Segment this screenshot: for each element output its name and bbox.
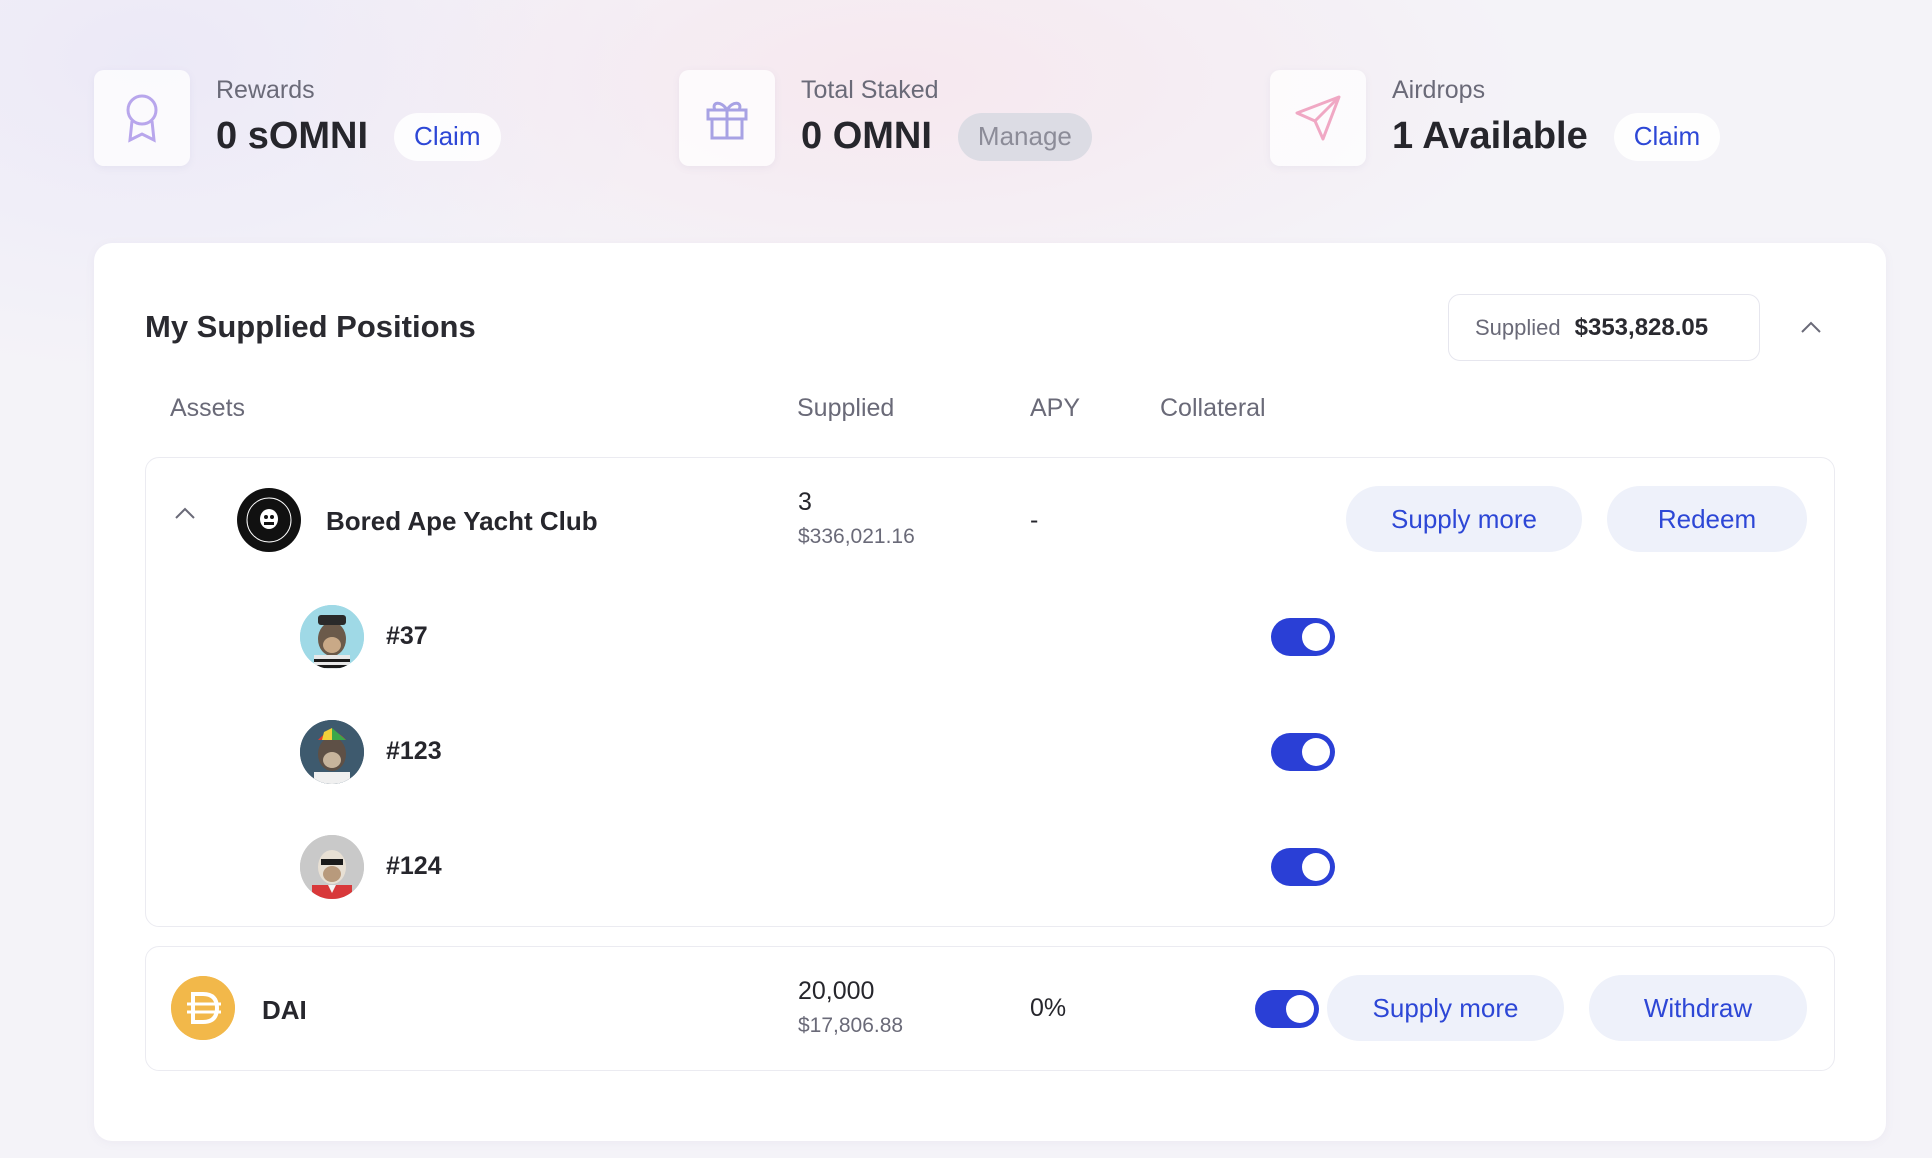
airdrops-value: 1 Available (1392, 115, 1588, 157)
bayc-position-row: Bored Ape Yacht Club 3 $336,021.16 - Sup… (146, 458, 1834, 584)
bayc-position-group: Bored Ape Yacht Club 3 $336,021.16 - Sup… (145, 457, 1835, 927)
nft-id-124: #124 (386, 852, 442, 880)
bayc-supplied-amount: 3 (798, 488, 812, 516)
bayc-redeem-button[interactable]: Redeem (1607, 486, 1807, 552)
ape-37-avatar (300, 605, 364, 669)
send-plane-icon (1270, 70, 1366, 166)
bayc-supplied-usd: $336,021.16 (798, 525, 915, 548)
column-header-assets: Assets (170, 394, 246, 422)
column-header-collateral: Collateral (1160, 394, 1266, 422)
dai-logo-icon (171, 976, 235, 1040)
supplied-total-value: $353,828.05 (1574, 313, 1709, 341)
dai-name: DAI (262, 995, 307, 1025)
claim-rewards-button[interactable]: Claim (394, 112, 501, 161)
nft-id-123: #123 (386, 737, 442, 765)
award-ribbon-icon (94, 70, 190, 166)
total-staked-stat: Total Staked 0 OMNI Manage (679, 70, 1092, 166)
page-title: My Supplied Positions (145, 309, 476, 344)
total-staked-value: 0 OMNI (801, 115, 932, 157)
collateral-toggle-124[interactable] (1271, 848, 1335, 886)
collateral-toggle-dai[interactable] (1255, 990, 1319, 1028)
column-header-apy: APY (1030, 394, 1081, 422)
bayc-supply-more-button[interactable]: Supply more (1346, 486, 1582, 552)
collateral-toggle-123[interactable] (1271, 733, 1335, 771)
rewards-value: 0 sOMNI (216, 115, 369, 157)
manage-stake-button[interactable]: Manage (957, 112, 1092, 161)
nft-id-37: #37 (386, 622, 428, 650)
ape-123-avatar (300, 720, 364, 784)
airdrops-label: Airdrops (1392, 75, 1486, 104)
column-header-supplied: Supplied (797, 394, 895, 422)
collapse-positions-button[interactable] (1794, 310, 1828, 344)
rewards-stat: Rewards 0 sOMNI Claim (94, 70, 501, 166)
claim-airdrop-button[interactable]: Claim (1613, 112, 1721, 161)
dai-position-group: DAI 20,000 $17,806.88 0% Supply more Wit… (145, 946, 1835, 1071)
rewards-label: Rewards (216, 75, 315, 104)
dai-supplied-amount: 20,000 (798, 977, 875, 1005)
dai-supply-more-button[interactable]: Supply more (1327, 975, 1564, 1041)
collapse-bayc-button[interactable] (174, 506, 196, 525)
chevron-up-icon (1801, 321, 1821, 333)
bayc-logo-icon (237, 488, 301, 552)
collateral-toggle-37[interactable] (1271, 618, 1335, 656)
supplied-positions-card: My Supplied Positions Supplied $353,828.… (94, 243, 1886, 1141)
dai-supplied-usd: $17,806.88 (798, 1014, 904, 1037)
supplied-total-label: Supplied (1475, 314, 1561, 340)
gift-icon (679, 70, 775, 166)
supplied-total-badge: Supplied $353,828.05 (1448, 294, 1760, 361)
bayc-name: Bored Ape Yacht Club (326, 506, 598, 536)
dai-apy: 0% (1030, 994, 1067, 1022)
chevron-up-icon (175, 507, 195, 519)
total-staked-label: Total Staked (801, 75, 939, 104)
airdrops-stat: Airdrops 1 Available Claim (1270, 70, 1721, 166)
bayc-apy: - (1030, 506, 1039, 534)
ape-124-avatar (300, 835, 364, 899)
dai-withdraw-button[interactable]: Withdraw (1589, 975, 1807, 1041)
